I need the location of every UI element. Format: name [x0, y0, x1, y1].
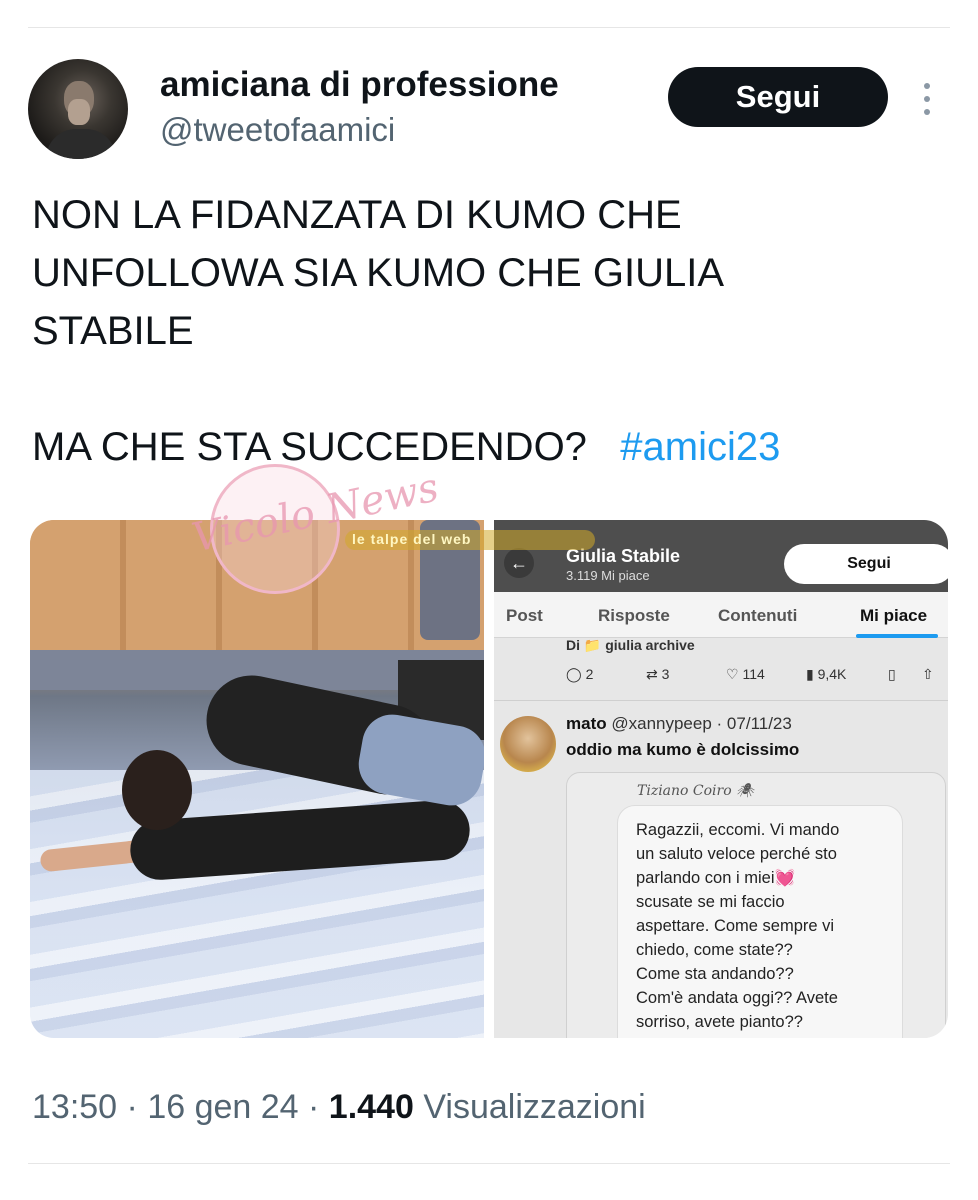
- reply-text: oddio ma kumo è dolcissimo: [566, 740, 800, 759]
- tweet-line: [32, 360, 932, 418]
- top-divider: [28, 27, 950, 28]
- screenshot-tab-mi-piace: Mi piace: [860, 606, 928, 625]
- screenshot-tab-post: Post: [506, 606, 543, 625]
- quoted-line: Com'è andata oggi?? Avete: [636, 989, 838, 1007]
- share-icon: ⇧: [922, 666, 934, 682]
- reply-count: ◯ 2: [566, 666, 593, 683]
- quoted-line: chiedo, come state??: [636, 941, 793, 959]
- tweet-line: NON LA FIDANZATA DI KUMO CHE: [32, 193, 682, 237]
- author-handle[interactable]: @tweetofaamici: [160, 111, 395, 149]
- reply-icon: ◯: [566, 666, 586, 682]
- screenshot-tabs: Post Risposte Contenuti Mi piace: [494, 592, 948, 638]
- watermark-talpe: le talpe del web: [352, 531, 472, 547]
- tweet-time[interactable]: 13:50: [32, 1088, 117, 1126]
- quoted-line: Ragazzii, eccomi. Vi mando: [636, 821, 840, 839]
- tweet-line-last: MA CHE STA SUCCEDENDO? #amici23: [32, 418, 932, 476]
- tweet-line: UNFOLLOWA SIA KUMO CHE GIULIA: [32, 251, 724, 295]
- tweet-header: amiciana di professione @tweetofaamici S…: [28, 55, 950, 160]
- quoted-line: un saluto veloce perché sto: [636, 845, 837, 863]
- media-photo-left[interactable]: [30, 520, 484, 1038]
- avatar-hand: [68, 99, 90, 125]
- reply-name: mato: [566, 714, 607, 733]
- reply-handle: @xannypeep: [611, 714, 712, 733]
- like-count-value: 114: [742, 666, 765, 682]
- quoted-text: Ragazzii, eccomi. Vi mando un saluto vel…: [636, 818, 839, 1034]
- views-count-number: 1.440: [328, 1088, 414, 1126]
- tweet-line: MA CHE STA SUCCEDENDO?: [32, 425, 587, 469]
- reply-count-value: 2: [585, 666, 594, 682]
- media-grid[interactable]: ← Giulia Stabile 3.119 Mi piace Segui Po…: [30, 520, 948, 1038]
- screenshot-archive-line: Di 📁 giulia archive: [566, 637, 695, 653]
- screenshot-tab-risposte: Risposte: [598, 606, 670, 625]
- photo-head: [122, 750, 192, 830]
- retweet-count-value: 3: [661, 666, 670, 682]
- tweet-line: STABILE: [32, 309, 194, 353]
- tweet-timestamp: 13:50 · 16 gen 24 · 1.440 Visualizzazion…: [32, 1088, 646, 1126]
- retweet-count: ⇄ 3: [646, 666, 669, 683]
- screenshot-profile-likes: 3.119 Mi piace: [566, 568, 650, 583]
- reply-header: mato @xannypeep · 07/11/23: [566, 714, 792, 734]
- screenshot-follow-button: Segui: [784, 544, 948, 584]
- author-display-name[interactable]: amiciana di professione: [160, 65, 559, 105]
- quoted-message: Tiziano Coiro 🕷 Ragazzii, eccomi. Vi man…: [566, 772, 946, 1038]
- quoted-line: sorriso, avete pianto??: [636, 1013, 803, 1031]
- heart-icon: ♡: [726, 666, 743, 682]
- back-arrow-icon: ←: [504, 548, 534, 578]
- views-label: Visualizzazioni: [423, 1088, 646, 1126]
- quoted-line: aspettare. Come sempre vi: [636, 917, 835, 935]
- tweet-text: NON LA FIDANZATA DI KUMO CHE UNFOLLOWA S…: [32, 186, 932, 476]
- like-count: ♡ 114: [726, 666, 765, 683]
- quoted-author: Tiziano Coiro 🕷: [637, 783, 754, 799]
- bottom-divider: [28, 1163, 950, 1164]
- screenshot-separator: [494, 700, 948, 701]
- hashtag-link[interactable]: #amici23: [620, 425, 780, 469]
- quoted-line: Come sta andando??: [636, 965, 794, 983]
- quoted-line: scusate se mi faccio: [636, 893, 785, 911]
- reply-avatar: [500, 716, 556, 772]
- screenshot-tab-underline: [856, 634, 938, 638]
- views-icon: ▮: [806, 666, 818, 682]
- author-avatar[interactable]: [28, 59, 128, 159]
- tweet-date[interactable]: 16 gen 24: [147, 1088, 298, 1126]
- quoted-bubble: Ragazzii, eccomi. Vi mando un saluto vel…: [617, 805, 903, 1038]
- screenshot-action-bar: ◯ 2 ⇄ 3 ♡ 114 ▮ 9,4K ▯ ⇧: [494, 658, 948, 692]
- retweet-icon: ⇄: [646, 666, 662, 682]
- avatar-shirt: [46, 129, 116, 159]
- views-count: ▮ 9,4K: [806, 666, 846, 683]
- views-count-value: 9,4K: [817, 666, 847, 682]
- screenshot-tab-contenuti: Contenuti: [718, 606, 798, 625]
- quoted-line: parlando con i miei💓: [636, 869, 796, 887]
- follow-button[interactable]: Segui: [668, 67, 888, 127]
- more-vertical-icon[interactable]: [920, 79, 934, 119]
- media-screenshot-right[interactable]: ← Giulia Stabile 3.119 Mi piace Segui Po…: [494, 520, 948, 1038]
- reply-date: · 07/11/23: [716, 714, 792, 733]
- bookmark-icon: ▯: [888, 666, 896, 682]
